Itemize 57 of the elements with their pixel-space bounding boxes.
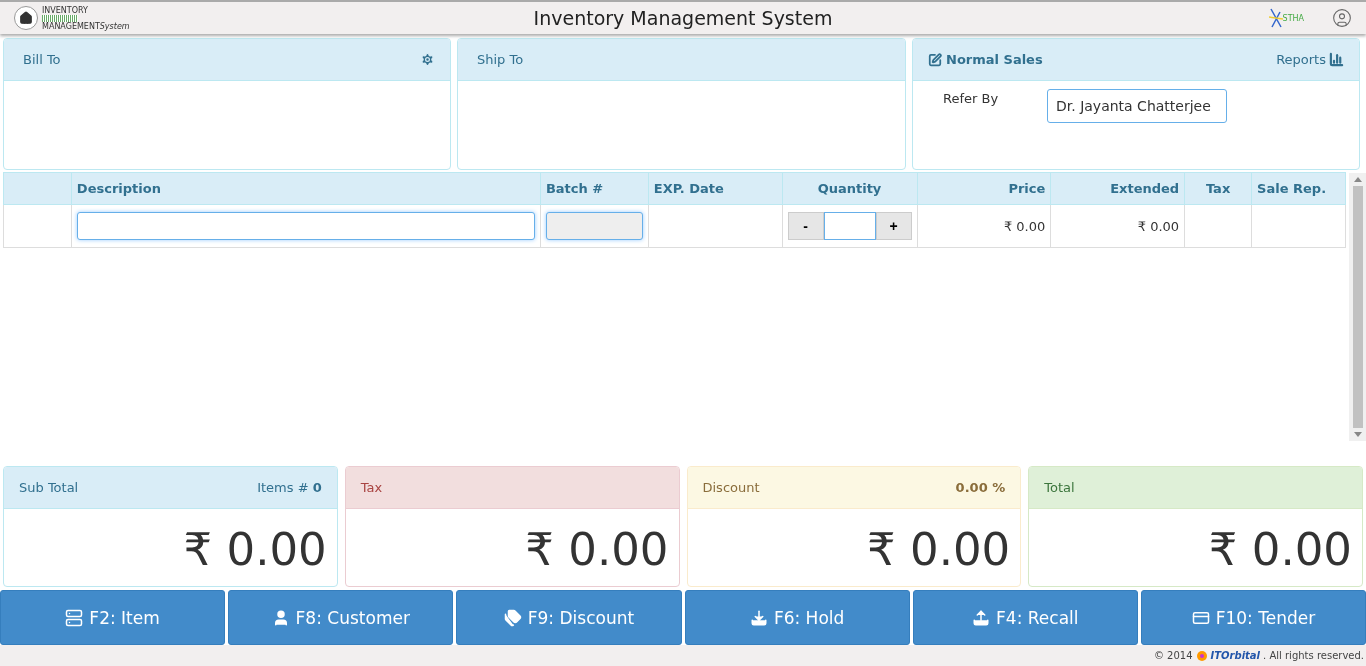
panel-title: Normal Sales xyxy=(946,52,1043,67)
amount-text: ₹ 0.00 xyxy=(183,523,327,576)
company-logo-icon xyxy=(1195,649,1208,662)
card-extra: Items # 0 xyxy=(257,480,322,495)
price-text: ₹ 0.00 xyxy=(1003,218,1046,234)
user-icon[interactable] xyxy=(1332,8,1352,28)
action-button[interactable]: F8: Customer xyxy=(228,590,454,645)
column-header: Quantity xyxy=(782,172,917,205)
refer-by-field[interactable]: Dr. Jayanta Chatterjee xyxy=(1047,89,1227,123)
card-title: Sub Total xyxy=(19,480,79,495)
action-button[interactable]: F6: Hold xyxy=(684,590,910,645)
bar-chart-icon xyxy=(1329,52,1344,67)
app-title: Inventory Management System xyxy=(532,7,834,29)
column-header: Batch # xyxy=(540,172,649,205)
scrollbar[interactable] xyxy=(1349,173,1366,441)
rights-text: . All rights reserved. xyxy=(1263,650,1364,661)
column-header: Tax xyxy=(1184,172,1252,205)
decrease-button[interactable]: - xyxy=(787,212,824,240)
reports-link[interactable]: Reports xyxy=(1276,52,1326,67)
column-header xyxy=(3,172,72,205)
amount-text: ₹ 0.00 xyxy=(525,523,669,576)
scroll-down-icon[interactable] xyxy=(1353,432,1362,437)
increase-button[interactable]: + xyxy=(875,212,912,240)
card-title: Tax xyxy=(360,480,383,495)
extended-text: ₹ 0.00 xyxy=(1137,218,1180,234)
card-title: Discount xyxy=(702,480,760,495)
panel-title: Bill To xyxy=(23,52,61,67)
column-header: Description xyxy=(71,172,541,205)
panel-title: Ship To xyxy=(477,52,524,67)
card-extra: 0.00 % xyxy=(955,480,1006,495)
company-name: ITOrbital xyxy=(1210,650,1261,661)
amount-text: ₹ 0.00 xyxy=(867,523,1011,576)
tags-icon xyxy=(503,608,522,627)
server-icon xyxy=(65,608,84,627)
tray-in-icon xyxy=(749,608,768,627)
copyright-text: © 2014 xyxy=(1153,650,1193,661)
action-button[interactable]: F2: Item xyxy=(0,590,226,645)
refer-by-label: Refer By xyxy=(943,90,1000,106)
tray-out-icon xyxy=(972,608,991,627)
action-button[interactable]: F4: Recall xyxy=(912,590,1138,645)
column-header: Price xyxy=(917,172,1051,205)
column-header: EXP. Date xyxy=(648,172,782,205)
brand-logo: STHA xyxy=(1268,7,1304,29)
column-header: Sale Rep. xyxy=(1251,172,1346,205)
description-field[interactable] xyxy=(76,212,535,240)
home-button[interactable] xyxy=(14,6,38,30)
home-icon xyxy=(19,11,33,25)
card-title: Total xyxy=(1044,480,1075,495)
action-button[interactable]: F9: Discount xyxy=(456,590,682,645)
edit-icon xyxy=(928,52,942,67)
column-header: Extended xyxy=(1050,172,1185,205)
scroll-up-icon[interactable] xyxy=(1353,177,1362,182)
quantity-field[interactable] xyxy=(823,212,876,240)
amount-text: ₹ 0.00 xyxy=(1208,523,1352,576)
action-button[interactable]: F10: Tender xyxy=(1140,590,1366,645)
logo: INVENTORY MANAGEMENTSystem xyxy=(42,5,131,31)
settings-icon[interactable] xyxy=(420,52,435,67)
